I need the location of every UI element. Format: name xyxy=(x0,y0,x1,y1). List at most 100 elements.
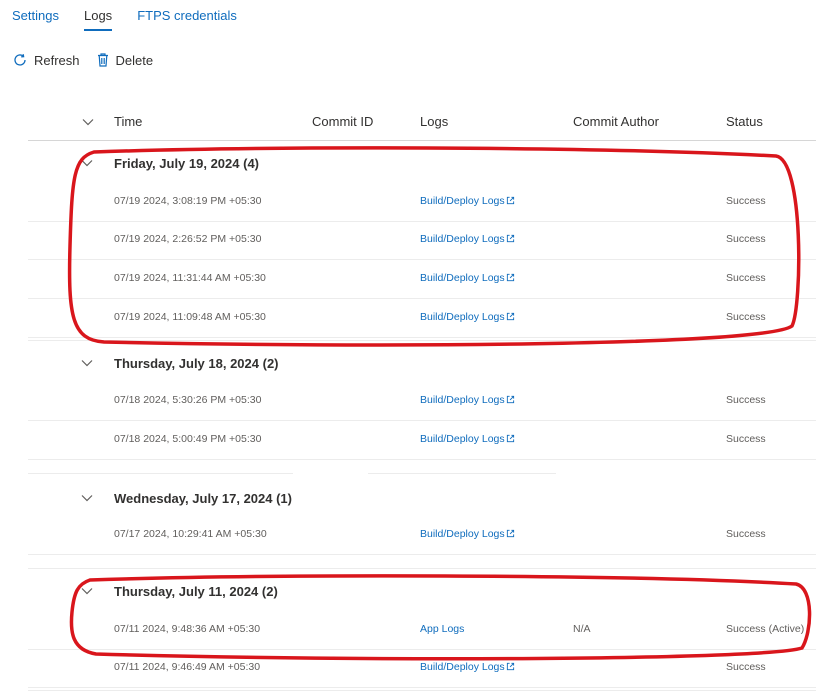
logs-link[interactable]: App Logs xyxy=(420,623,464,635)
row-status: Success xyxy=(726,195,766,207)
row-time-text: 07/19 2024, 11:09:48 AM +05:30 xyxy=(114,311,266,323)
row-divider xyxy=(28,473,293,474)
logs-link-text: App Logs xyxy=(420,623,465,635)
refresh-icon xyxy=(14,54,26,66)
collapse-all-chevron-icon[interactable] xyxy=(80,114,96,130)
logs-link-text: Build/Deploy Logs xyxy=(420,311,505,323)
row-status-text: Success xyxy=(726,661,766,673)
row-time: 07/17 2024, 10:29:41 AM +05:30 xyxy=(114,528,267,540)
logs-link[interactable]: Build/Deploy Logs xyxy=(420,195,515,207)
group-header: Thursday, July 18, 2024 (2) xyxy=(114,356,279,371)
external-link-icon xyxy=(506,196,514,205)
row-time-text: 07/17 2024, 10:29:41 AM +05:30 xyxy=(114,528,267,540)
row-divider xyxy=(368,473,556,474)
row-status: Success xyxy=(726,433,766,445)
logs-link-text: Build/Deploy Logs xyxy=(420,195,505,207)
group-collapse-chevron-icon[interactable] xyxy=(79,490,95,506)
row-status-text: Success xyxy=(726,272,766,284)
logs-link-text: Build/Deploy Logs xyxy=(420,394,505,406)
row-status: Success xyxy=(726,528,766,540)
row-status: Success xyxy=(726,394,766,406)
logs-link-text: Build/Deploy Logs xyxy=(420,272,505,284)
column-header-time[interactable]: Time xyxy=(114,114,142,129)
table-header: Time Commit ID Logs Commit Author Status xyxy=(28,102,816,141)
row-time-text: 07/18 2024, 5:00:49 PM +05:30 xyxy=(114,433,262,445)
delete-label: Delete xyxy=(115,52,154,68)
group-collapse-chevron-icon[interactable] xyxy=(79,155,95,171)
external-link-icon xyxy=(506,312,514,321)
row-status-text: Success xyxy=(726,233,766,245)
row-time: 07/18 2024, 5:00:49 PM +05:30 xyxy=(114,433,261,445)
row-time-text: 07/19 2024, 11:31:44 AM +05:30 xyxy=(114,272,266,284)
row-time-text: 07/19 2024, 2:26:52 PM +05:30 xyxy=(114,233,262,245)
external-link-icon xyxy=(506,234,514,243)
group-collapse-chevron-icon[interactable] xyxy=(79,355,95,371)
row-status: Success xyxy=(726,233,766,245)
row-time-text: 07/11 2024, 9:46:49 AM +05:30 xyxy=(114,661,261,673)
row-commit-author: N/A xyxy=(573,623,591,635)
logs-link[interactable]: Build/Deploy Logs xyxy=(420,661,515,673)
row-status-text: Success xyxy=(726,528,766,540)
logs-link[interactable]: Build/Deploy Logs xyxy=(420,272,515,284)
group-header: Friday, July 19, 2024 (4) xyxy=(114,156,259,171)
column-header-commit-author[interactable]: Commit Author xyxy=(573,114,659,129)
column-header-commit-id[interactable]: Commit ID xyxy=(312,114,373,129)
row-status-text: Success xyxy=(726,433,766,445)
row-divider xyxy=(28,568,816,569)
group-header: Thursday, July 11, 2024 (2) xyxy=(114,584,278,599)
external-link-icon xyxy=(506,662,514,671)
trash-icon xyxy=(97,53,108,67)
row-time-text: 07/18 2024, 5:30:26 PM +05:30 xyxy=(114,394,262,406)
logs-link-text: Build/Deploy Logs xyxy=(420,661,505,673)
logs-link[interactable]: Build/Deploy Logs xyxy=(420,311,515,323)
row-status-text: Success xyxy=(726,311,766,323)
row-divider xyxy=(28,554,816,555)
refresh-button[interactable]: Refresh xyxy=(12,52,80,68)
row-divider xyxy=(28,420,816,421)
external-link-icon xyxy=(506,434,514,443)
row-time: 07/18 2024, 5:30:26 PM +05:30 xyxy=(114,394,261,406)
row-divider xyxy=(28,298,816,299)
tab-bar: Settings Logs FTPS credentials xyxy=(12,0,262,34)
row-time: 07/19 2024, 11:09:48 AM +05:30 xyxy=(114,311,266,323)
row-time: 07/19 2024, 11:31:44 AM +05:30 xyxy=(114,272,266,284)
logs-link-text: Build/Deploy Logs xyxy=(420,528,505,540)
row-time: 07/11 2024, 9:46:49 AM +05:30 xyxy=(114,661,260,673)
row-status: Success (Active) xyxy=(726,623,804,635)
row-divider xyxy=(28,687,816,688)
column-header-status[interactable]: Status xyxy=(726,114,763,129)
toolbar: Refresh Delete xyxy=(12,52,169,68)
delete-button[interactable]: Delete xyxy=(96,52,154,68)
logs-link-text: Build/Deploy Logs xyxy=(420,433,505,445)
tab-settings[interactable]: Settings xyxy=(12,0,59,34)
row-divider xyxy=(28,649,816,650)
logs-link[interactable]: Build/Deploy Logs xyxy=(420,394,515,406)
row-divider xyxy=(28,221,816,222)
group-header: Wednesday, July 17, 2024 (1) xyxy=(114,491,292,506)
logs-link[interactable]: Build/Deploy Logs xyxy=(420,233,515,245)
logs-link-text: Build/Deploy Logs xyxy=(420,233,505,245)
external-link-icon xyxy=(506,529,514,538)
row-status-text: Success xyxy=(726,394,766,406)
row-time-text: 07/19 2024, 3:08:19 PM +05:30 xyxy=(114,195,262,207)
row-divider xyxy=(28,337,816,338)
row-divider xyxy=(28,690,816,691)
group-collapse-chevron-icon[interactable] xyxy=(79,583,95,599)
row-divider xyxy=(28,459,816,460)
external-link-icon xyxy=(506,395,514,404)
row-status-text: Success xyxy=(726,195,766,207)
external-link-icon xyxy=(506,273,514,282)
row-time: 07/19 2024, 3:08:19 PM +05:30 xyxy=(114,195,261,207)
column-header-logs[interactable]: Logs xyxy=(420,114,448,129)
row-commit-author-text: N/A xyxy=(573,623,591,635)
logs-link[interactable]: Build/Deploy Logs xyxy=(420,528,515,540)
tab-ftps-credentials[interactable]: FTPS credentials xyxy=(137,0,237,34)
row-status: Success xyxy=(726,661,766,673)
logs-link[interactable]: Build/Deploy Logs xyxy=(420,433,515,445)
tab-logs[interactable]: Logs xyxy=(83,0,113,34)
row-status: Success xyxy=(726,311,766,323)
row-time: 07/19 2024, 2:26:52 PM +05:30 xyxy=(114,233,261,245)
row-status-text: Success (Active) xyxy=(726,623,805,635)
row-time-text: 07/11 2024, 9:48:36 AM +05:30 xyxy=(114,623,261,635)
row-divider xyxy=(28,259,816,260)
